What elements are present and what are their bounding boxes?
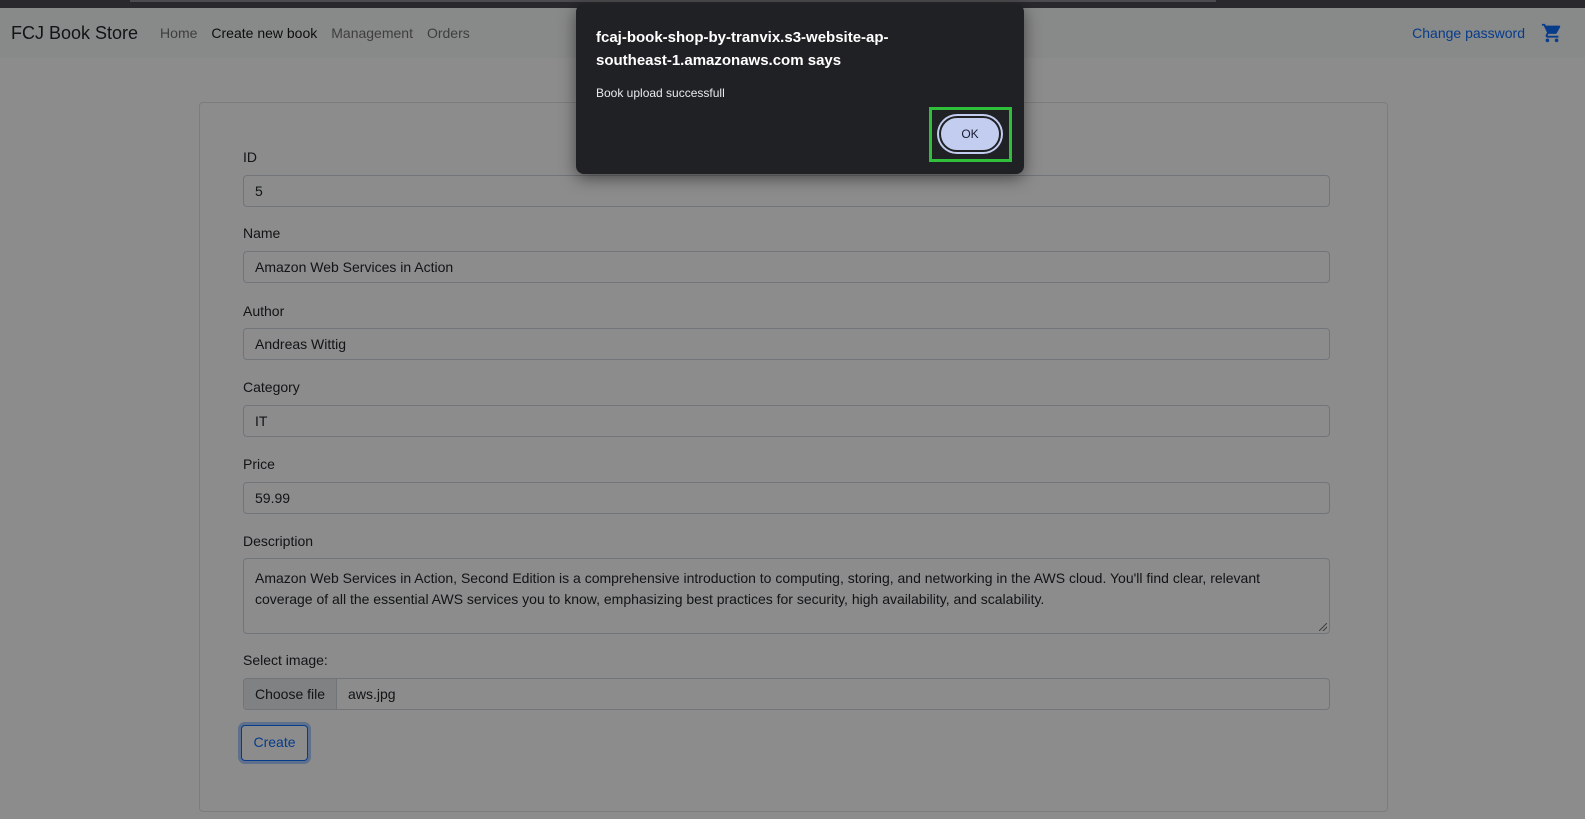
dialog-title: fcaj-book-shop-by-tranvix.s3-website-ap-…	[596, 29, 889, 69]
alert-dialog: fcaj-book-shop-by-tranvix.s3-website-ap-…	[576, 4, 1024, 174]
ok-button[interactable]: OK	[939, 116, 1001, 152]
dialog-message: Book upload successfull	[596, 86, 725, 100]
